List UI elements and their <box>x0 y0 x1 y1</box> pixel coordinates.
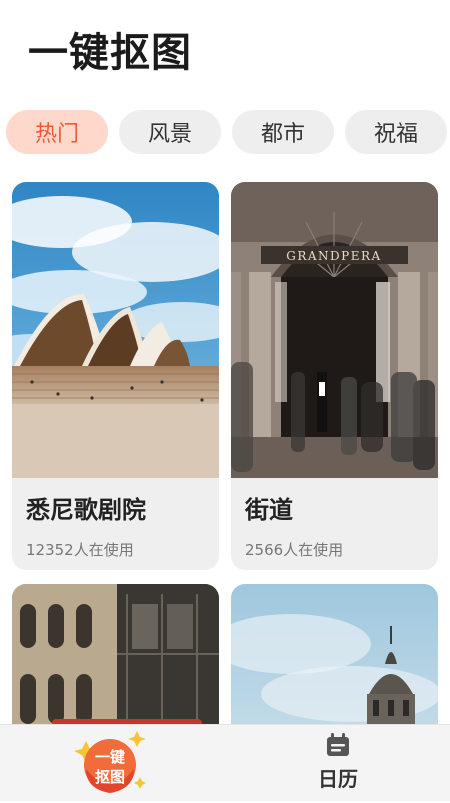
one-click-cutout-badge-icon: 一键 抠图 <box>74 731 146 793</box>
category-tabs: 热门 风景 都市 祝福 <box>6 110 447 154</box>
street-image: GRANDPERA <box>231 182 438 478</box>
card-usage-count: 2566人在使用 <box>245 541 344 559</box>
tab-calendar-label: 日历 <box>318 767 358 791</box>
grandpera-sign-text: GRANDPERA <box>286 249 381 263</box>
tab-city[interactable]: 都市 <box>232 110 334 154</box>
calendar-icon <box>327 733 349 756</box>
sydney-opera-house-image <box>12 182 219 478</box>
svg-text:抠图: 抠图 <box>95 768 125 786</box>
tab-hot[interactable]: 热门 <box>6 110 108 154</box>
card-title: 街道 <box>245 496 293 524</box>
tab-calendar[interactable]: 日历 <box>300 733 376 797</box>
template-card-sydney[interactable]: 悉尼歌剧院 12352人在使用 <box>12 182 219 570</box>
tab-scenery[interactable]: 风景 <box>119 110 221 154</box>
svg-text:一键: 一键 <box>95 748 125 766</box>
tab-blessing[interactable]: 祝福 <box>345 110 447 154</box>
bottom-tab-bar: 一键 抠图 日历 <box>0 724 450 801</box>
card-usage-count: 12352人在使用 <box>26 541 134 559</box>
page-title: 一键抠图 <box>28 30 192 76</box>
card-title: 悉尼歌剧院 <box>26 496 146 524</box>
tab-one-click-cutout[interactable]: 一键 抠图 <box>72 729 148 799</box>
template-card-street[interactable]: GRANDPERA 街道 2566人在使用 <box>231 182 438 570</box>
